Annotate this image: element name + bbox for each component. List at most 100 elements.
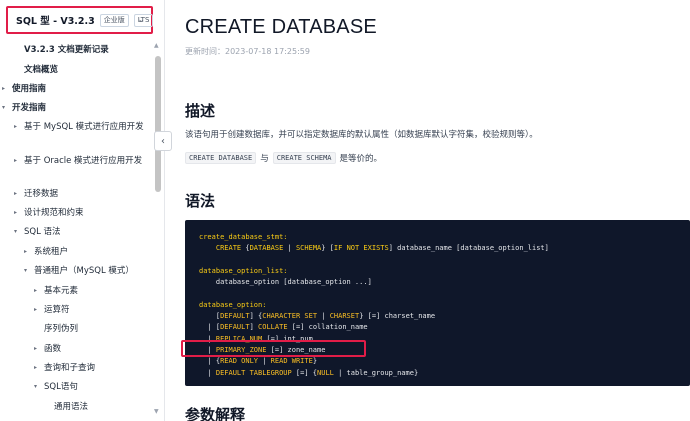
- scroll-up-icon[interactable]: ▲: [154, 42, 159, 49]
- code-keyword: DATABASE: [249, 244, 284, 253]
- sidebar-item[interactable]: ▾ SQL 语法: [14, 226, 150, 238]
- caret-right-icon[interactable]: ▸: [34, 343, 44, 355]
- page-title: CREATE DATABASE: [185, 16, 377, 38]
- sidebar-item[interactable]: ▸ 设计规范和约束: [14, 207, 150, 219]
- highlight-annotation: [181, 340, 366, 357]
- sidebar-item[interactable]: ▾ 普通租户（MySQL 模式）: [24, 265, 150, 277]
- sidebar-item[interactable]: ▸ 基本元素: [34, 285, 150, 297]
- sidebar-item-label: 基于 Oracle 模式进行应用开发: [24, 156, 143, 166]
- code-text: [=] collation_name: [287, 323, 368, 332]
- sidebar-item[interactable]: ▸ 使用指南: [2, 83, 150, 95]
- code-text: ] database_name [database_option_list]: [388, 244, 549, 253]
- sidebar-item-label: 迁移数据: [24, 189, 59, 199]
- code-text: } [: [321, 244, 334, 253]
- chevron-down-icon[interactable]: ⌄: [137, 15, 145, 25]
- caret-right-icon[interactable]: ▸: [34, 362, 44, 374]
- section-heading-syntax: 语法: [185, 192, 216, 210]
- code-text: ] {: [249, 312, 263, 321]
- caret-down-icon[interactable]: ▾: [24, 265, 34, 277]
- caret-right-icon[interactable]: ▸: [24, 246, 34, 258]
- caret-right-icon[interactable]: ▸: [14, 155, 24, 167]
- code-text: |: [199, 368, 216, 377]
- sidebar-item[interactable]: V3.2.3 文档更新记录: [24, 44, 150, 56]
- code-keyword: IF NOT EXISTS: [333, 244, 389, 253]
- sidebar-item[interactable]: ▸ 运算符: [34, 304, 150, 316]
- sidebar-item-label: 普通租户（MySQL 模式）: [34, 266, 134, 276]
- code-line: create_database_stmt:: [199, 233, 288, 241]
- code-keyword: DEFAULT: [220, 312, 250, 321]
- version-name: SQL 型 - V3.2.3: [16, 16, 95, 27]
- syntax-code-block: create_database_stmt: CREATE {DATABASE |…: [185, 220, 690, 386]
- code-text: ]: [249, 323, 259, 332]
- sidebar-item-label: SQL 语法: [24, 227, 61, 237]
- code-keyword: DEFAULT TABLEGROUP: [215, 368, 292, 377]
- sidebar-item-label: 设计规范和约束: [24, 208, 84, 218]
- equivalence-tail: 是等价的。: [339, 154, 383, 164]
- code-text: | {: [199, 357, 221, 366]
- caret-down-icon[interactable]: ▾: [34, 381, 44, 393]
- code-text: [=] {: [291, 368, 318, 377]
- sidebar-item[interactable]: ▸ 基于 Oracle 模式进行应用开发: [14, 155, 150, 167]
- code-text: [: [199, 312, 221, 321]
- sidebar: SQL 型 - V3.2.3 企业版 LTS ⌄ V3.2.3 文档更新记录文档…: [0, 0, 165, 421]
- caret-right-icon[interactable]: ▸: [34, 304, 44, 316]
- code-line: database_option_list:: [199, 266, 288, 275]
- edition-tag: 企业版: [99, 13, 129, 27]
- caret-right-icon[interactable]: ▸: [14, 207, 24, 219]
- code-keyword: NULL: [317, 368, 334, 377]
- sidebar-item[interactable]: ▾ 开发指南: [2, 102, 150, 114]
- caret-right-icon[interactable]: ▸: [34, 285, 44, 297]
- main-content: CREATE DATABASE 更新时间：2023-07-18 17:25:59…: [185, 0, 690, 421]
- sidebar-item-label: 使用指南: [12, 84, 47, 94]
- sidebar-item[interactable]: ▸ 函数: [34, 343, 150, 355]
- sidebar-item[interactable]: ▸ 基于 MySQL 模式进行应用开发: [14, 121, 150, 133]
- sidebar-item-label: 运算符: [44, 305, 70, 315]
- sidebar-item[interactable]: ▾ SQL语句: [34, 381, 150, 393]
- equivalence-text: CREATE DATABASE 与 CREATE SCHEMA 是等价的。: [185, 152, 382, 164]
- sidebar-item-label: 通用语法: [54, 402, 89, 412]
- sidebar-item-label: 函数: [44, 344, 62, 354]
- sidebar-item-label: 系统租户: [34, 247, 69, 257]
- code-keyword: READ WRITE: [270, 357, 313, 366]
- sidebar-item[interactable]: 序列伪列: [44, 323, 150, 335]
- caret-down-icon[interactable]: ▾: [2, 102, 12, 114]
- updated-time: 更新时间：2023-07-18 17:25:59: [185, 47, 310, 56]
- sidebar-item-label: 基本元素: [44, 286, 79, 296]
- version-selector[interactable]: SQL 型 - V3.2.3 企业版 LTS ⌄: [6, 6, 154, 34]
- caret-right-icon[interactable]: ▸: [2, 83, 12, 95]
- sidebar-item[interactable]: 通用语法: [54, 401, 150, 413]
- caret-down-icon[interactable]: ▾: [14, 226, 24, 238]
- code-text: |: [283, 244, 296, 253]
- sidebar-item[interactable]: ▸ 迁移数据: [14, 188, 150, 200]
- caret-right-icon[interactable]: ▸: [14, 121, 24, 133]
- sidebar-item[interactable]: ▸ 查询和子查询: [34, 362, 150, 374]
- sidebar-item[interactable]: ▸ 系统租户: [24, 246, 150, 258]
- code-keyword: SCHEMA: [295, 244, 322, 253]
- inline-code-create-database: CREATE DATABASE: [185, 152, 257, 164]
- caret-right-icon[interactable]: ▸: [14, 188, 24, 200]
- code-text: {: [241, 244, 250, 253]
- section-heading-params: 参数解释: [185, 406, 246, 421]
- description-text: 该语句用于创建数据库，并可以指定数据库的默认属性（如数据库默认字符集，校验规则等…: [185, 130, 538, 140]
- scrollbar-thumb[interactable]: [155, 56, 161, 192]
- code-text: | table_group_name}: [333, 368, 419, 377]
- code-keyword: CREATE: [215, 244, 242, 253]
- collapse-sidebar-button[interactable]: ‹: [154, 131, 172, 151]
- code-keyword: COLLATE: [258, 323, 288, 332]
- code-keyword: DEFAULT: [220, 323, 250, 332]
- code-keyword: CHARACTER SET: [262, 312, 318, 321]
- code-text: |: [317, 312, 330, 321]
- sidebar-item-label: SQL语句: [44, 382, 78, 392]
- sidebar-item-label: V3.2.3 文档更新记录: [24, 45, 109, 55]
- sidebar-item-label: 开发指南: [12, 103, 47, 113]
- chevron-left-icon: ‹: [161, 135, 165, 147]
- code-keyword: CHARSET: [329, 312, 360, 321]
- code-text: } [=] charset_name: [359, 312, 436, 321]
- sidebar-item[interactable]: 文档概览: [24, 64, 150, 76]
- scroll-down-icon[interactable]: ▼: [154, 408, 159, 415]
- code-keyword: READ ONLY: [220, 357, 259, 366]
- section-heading-description: 描述: [185, 102, 216, 120]
- code-line: database_option [database_option ...]: [199, 278, 372, 287]
- code-line: database_option:: [199, 300, 267, 309]
